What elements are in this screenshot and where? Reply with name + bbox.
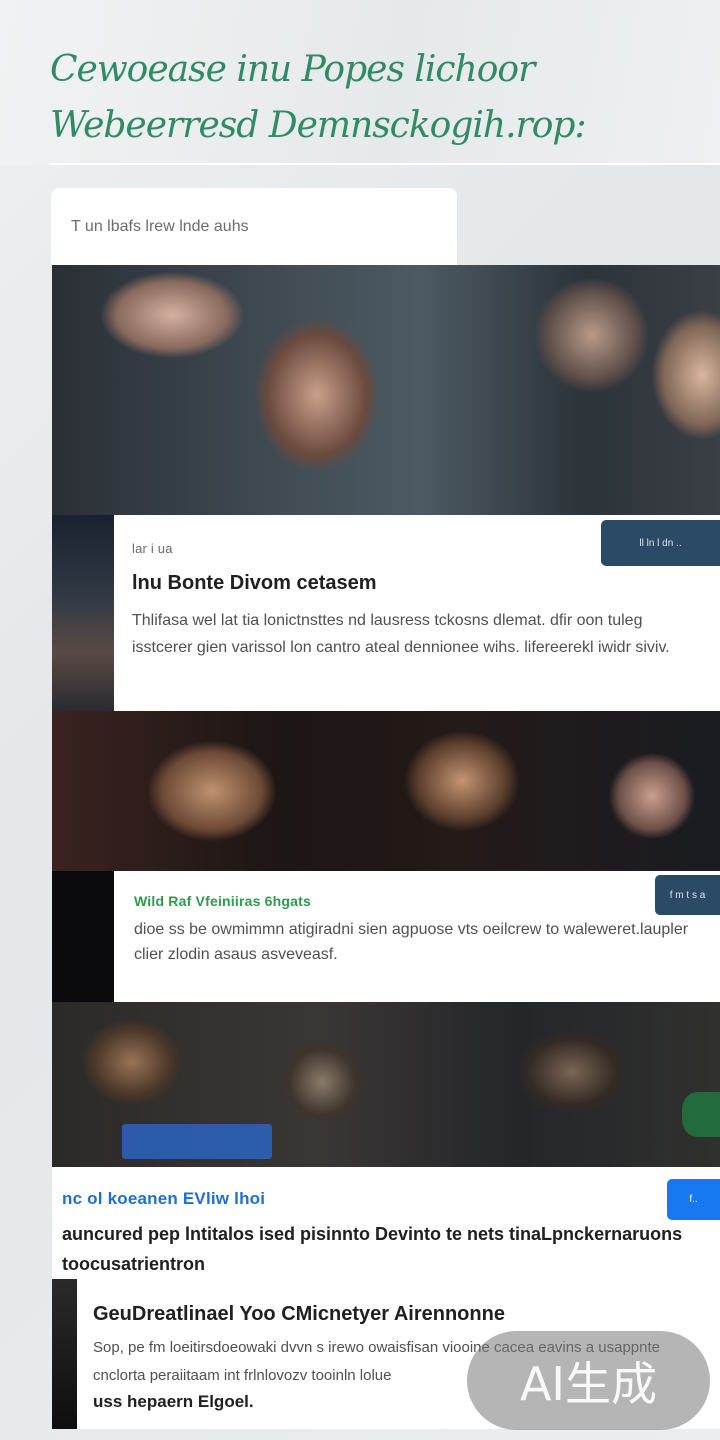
crowd-photo [52,1002,720,1167]
card-thumbnail [52,1279,77,1429]
search-box[interactable] [51,188,457,265]
search-input[interactable] [69,216,439,237]
card-tag[interactable]: nc ol koeanen EVliw lhoi [62,1189,704,1209]
device-screen-highlight [122,1124,272,1159]
card-body: Thlifasa wel lat tia lonictnsttes nd lau… [132,612,670,656]
article-card[interactable]: Wild Raf Vfeiniiras 6hgats dioe ss be ow… [114,871,720,1002]
group-photo [52,711,720,871]
ai-generated-watermark: AI生成 [467,1331,710,1430]
hero-photo [52,265,720,515]
card-action-button[interactable]: ll ln l dn .. [601,520,720,566]
card-title[interactable]: GeuDreatlinael Yoo CMicnetyer Airennonne [93,1303,704,1326]
page-title: Cewoease inu Popes lichoor Webeerresd De… [50,42,690,154]
card-body: dioe ss be owmimmn atigiradni sien agpuo… [134,921,689,963]
article-card[interactable]: nc ol koeanen EVliw lhoi auncured pep ln… [52,1167,720,1279]
card-title[interactable]: lnu Bonte Divom cetasem [132,572,704,595]
green-object [682,1092,720,1137]
card-action-button[interactable]: f m t s a [655,875,720,915]
page-title-line-1: Cewoease inu Popes lichoor [50,49,535,90]
card-title[interactable]: auncured pep lntitalos ised pisinnto Dev… [62,1219,704,1279]
page-title-line-2: Webeerresd Demnsckogih.rop: [50,105,587,146]
card-action-button[interactable]: f.. [667,1179,720,1220]
card-thumbnail [52,515,114,711]
card-thumbnail [52,871,114,1002]
card-tag[interactable]: Wild Raf Vfeiniiras 6hgats [134,893,704,909]
header-divider [50,163,720,165]
